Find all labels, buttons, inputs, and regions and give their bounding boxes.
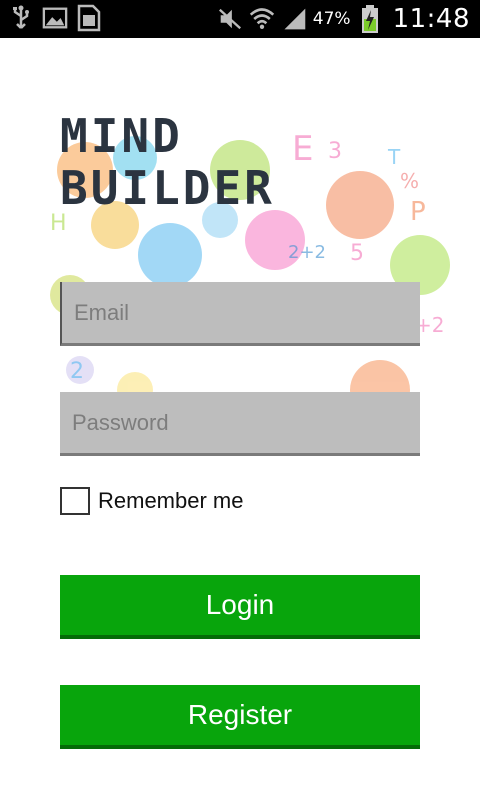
collage-glyph-5: 5 [350,241,364,266]
usb-icon [8,4,34,32]
status-bar: 47% 11:48 [0,0,480,38]
clock: 11:48 [392,4,470,34]
image-icon [42,4,68,32]
login-screen: E 3 T % P 2+2 2 5 H +2 Mind Builder Reme… [0,38,480,800]
collage-glyph-t: T [387,145,401,169]
collage-glyph-percent: % [400,169,419,193]
sim-icon [76,4,102,32]
logo-line-1: Mind [60,109,183,163]
password-field[interactable] [60,392,420,456]
register-button[interactable]: Register [60,685,420,749]
collage-glyph-e: E [292,129,313,169]
app-logo: Mind Builder [60,110,275,214]
logo-line-2: Builder [60,161,275,215]
remember-me-row[interactable]: Remember me [60,487,243,515]
collage-glyph-p: P [410,197,426,227]
collage-glyph-2: 2 [70,359,84,384]
login-button[interactable]: Login [60,575,420,639]
email-field[interactable] [60,282,420,346]
mute-icon [217,5,243,33]
remember-me-label: Remember me [98,488,244,513]
collage-glyph-2plus2: 2+2 [288,242,326,263]
battery-percentage: 47% [312,9,351,29]
signal-icon [281,5,307,33]
battery-charging-icon [357,5,383,33]
collage-glyph-3: 3 [328,139,342,164]
wifi-icon [249,5,275,33]
remember-me-checkbox[interactable] [60,487,90,515]
